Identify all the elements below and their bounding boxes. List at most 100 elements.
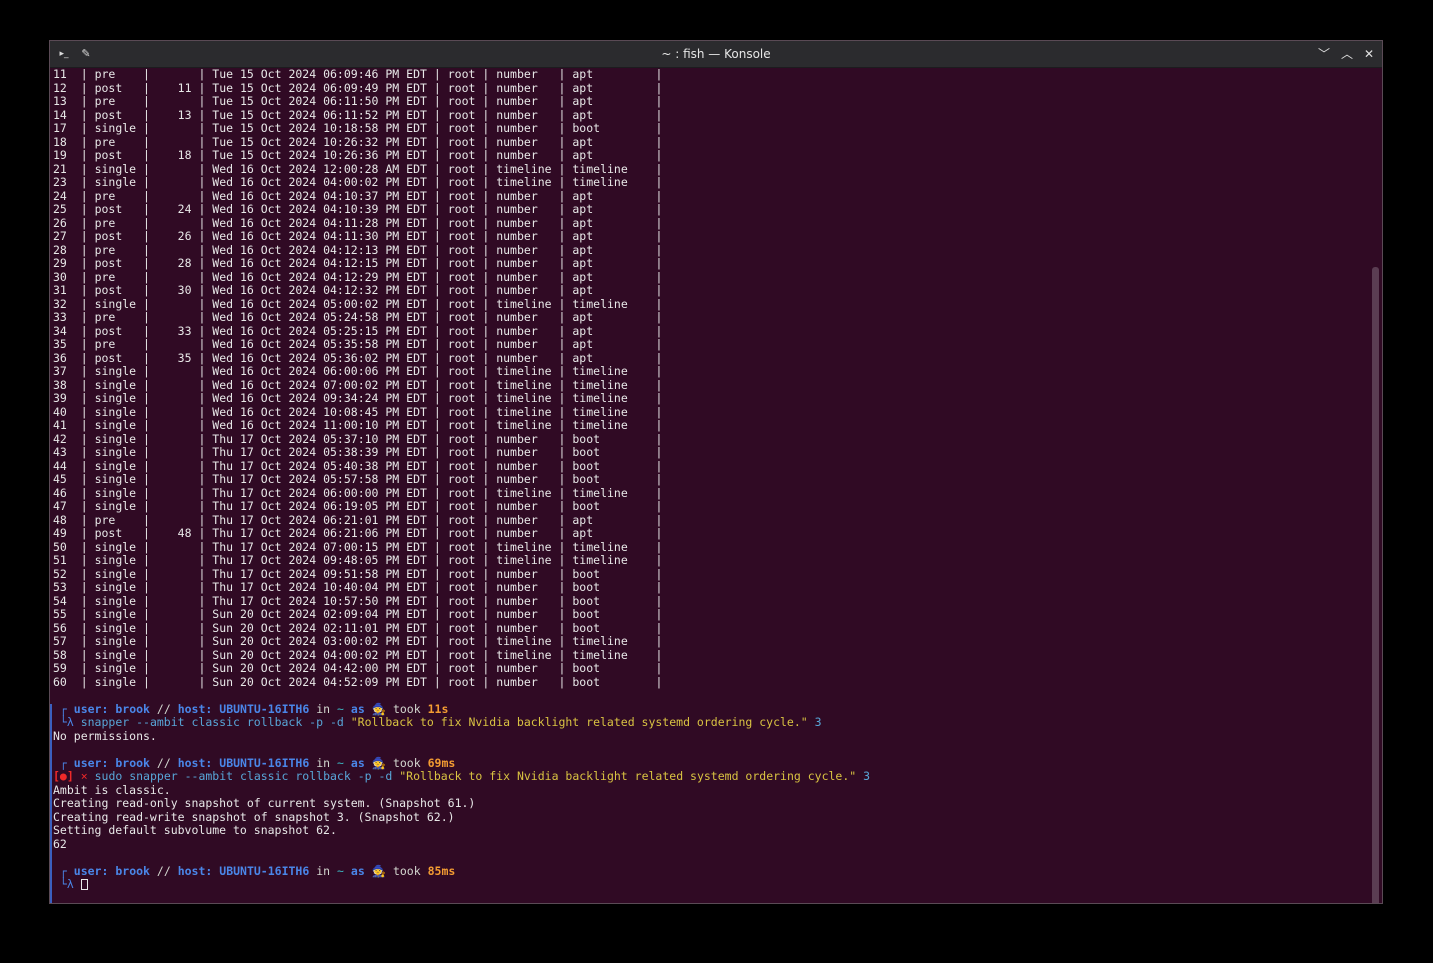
- snapshot-id: 44: [53, 458, 74, 473]
- snapshot-date: Tue 15 Oct 2024 06:11:52 PM EDT: [212, 107, 427, 122]
- snapshot-date: Thu 17 Oct 2024 09:51:58 PM EDT: [212, 566, 427, 581]
- prompt-header: ┌ user: brook // host: UBUNTU-16ITH6 in …: [53, 755, 1368, 771]
- snapshot-user: root: [447, 674, 476, 689]
- snapshot-description: timeline: [572, 391, 649, 405]
- prompt-separator: //: [156, 755, 171, 770]
- output-line: Setting default subvolume to snapshot 62…: [53, 823, 1368, 838]
- snapshot-user: root: [447, 553, 476, 567]
- snapshot-description: apt: [572, 283, 649, 297]
- snapshot-pre-number: [157, 540, 192, 554]
- snapshot-pre-number: [157, 499, 192, 513]
- text-cursor[interactable]: [80, 879, 88, 890]
- snapshot-cleanup: number: [496, 526, 552, 540]
- snapshot-type: single: [94, 377, 137, 392]
- snapshot-pre-number: [157, 68, 192, 81]
- snapshot-type: pre: [94, 512, 137, 527]
- prompt-user-label: user:: [73, 701, 109, 716]
- snapshot-pre-number: [157, 513, 192, 527]
- terminal-output[interactable]: 11 | pre | | Tue 15 Oct 2024 06:09:46 PM…: [53, 68, 1368, 903]
- snapshot-cleanup: number: [496, 283, 552, 297]
- snapshot-id: 52: [53, 566, 74, 581]
- snapshot-date: Tue 15 Oct 2024 10:26:32 PM EDT: [212, 134, 427, 149]
- command-snapshot-number: 3: [863, 769, 871, 783]
- snapshot-type: post: [94, 80, 137, 95]
- chevron-down-icon[interactable]: ﹀: [1313, 41, 1335, 67]
- snapshot-user: root: [447, 256, 476, 270]
- title-bar[interactable]: ▸_ ✎ ~ : fish — Konsole ﹀ ︿ ✕: [50, 41, 1382, 68]
- snapshot-type: single: [94, 391, 137, 405]
- snapshot-id: 38: [53, 377, 74, 392]
- snapshot-type: pre: [94, 188, 137, 203]
- snapshot-id: 12: [53, 80, 74, 95]
- snapshot-pre-number: [157, 621, 192, 635]
- prompt-user: brook: [115, 701, 150, 716]
- snapshot-pre-number: [157, 216, 192, 230]
- table-row: 21 | single | | Wed 16 Oct 2024 12:00:28…: [53, 161, 663, 176]
- snapshot-date: Thu 17 Oct 2024 10:57:50 PM EDT: [212, 593, 427, 608]
- snapshot-id: 26: [53, 215, 74, 230]
- snapshot-date: Thu 17 Oct 2024 05:40:38 PM EDT: [212, 458, 427, 473]
- snapshot-description: timeline: [572, 539, 649, 554]
- snapshot-description: boot: [572, 499, 649, 513]
- snapshot-id: 19: [53, 148, 74, 162]
- snapshot-date: Sun 20 Oct 2024 02:09:04 PM EDT: [212, 607, 427, 621]
- table-row: 55 | single | | Sun 20 Oct 2024 02:09:04…: [53, 607, 663, 621]
- snapshot-type: post: [94, 148, 137, 162]
- snapshot-description: timeline: [572, 296, 649, 311]
- snapshot-cleanup: number: [496, 580, 552, 594]
- close-icon[interactable]: ✕: [1358, 41, 1380, 67]
- snapshot-type: pre: [94, 337, 137, 351]
- snapshot-type: single: [94, 458, 137, 473]
- prompt-host-label: host:: [177, 863, 213, 878]
- output-text: No permissions.: [53, 728, 157, 743]
- snapshot-cleanup: timeline: [496, 539, 552, 554]
- snapshot-id: 50: [53, 539, 74, 554]
- snapshot-id: 58: [53, 647, 74, 662]
- prompt-host: UBUNTU-16ITH6: [219, 863, 310, 878]
- snapshot-type: post: [94, 202, 137, 216]
- snapshot-id: 31: [53, 283, 74, 297]
- snapshot-cleanup: number: [496, 607, 552, 621]
- snapshot-pre-number: 26: [156, 229, 192, 243]
- snapshot-id: 18: [53, 134, 74, 149]
- snapshot-date: Wed 16 Oct 2024 10:08:45 PM EDT: [212, 404, 427, 419]
- snapshot-cleanup: number: [496, 566, 552, 581]
- snapshot-pre-number: [157, 243, 192, 257]
- command-duration: 69ms: [427, 755, 456, 770]
- snapshot-id: 33: [53, 310, 74, 324]
- snapshot-id: 59: [53, 661, 74, 675]
- snapshot-date: Tue 15 Oct 2024 06:11:50 PM EDT: [212, 94, 427, 108]
- table-row: 23 | single | | Wed 16 Oct 2024 04:00:02…: [53, 175, 663, 189]
- prompt-host-label: host:: [177, 701, 213, 716]
- table-row: 28 | pre | | Wed 16 Oct 2024 04:12:13 PM…: [53, 242, 663, 257]
- snapshot-date: Thu 17 Oct 2024 06:21:01 PM EDT: [212, 512, 427, 527]
- snapshot-id: 37: [53, 364, 74, 378]
- snapshot-type: single: [94, 485, 137, 500]
- output-text: Creating read-write snapshot of snapshot…: [53, 809, 455, 824]
- snapshot-cleanup: number: [496, 121, 552, 135]
- snapshot-date: Wed 16 Oct 2024 04:00:02 PM EDT: [212, 175, 427, 189]
- table-row: 39 | single | | Wed 16 Oct 2024 09:34:24…: [53, 391, 663, 405]
- snapshot-description: timeline: [572, 485, 649, 500]
- snapshot-cleanup: number: [496, 269, 552, 284]
- chevron-up-icon[interactable]: ︿: [1336, 41, 1358, 67]
- snapshot-cleanup: number: [496, 674, 552, 689]
- snapshot-type: single: [94, 418, 137, 432]
- snapshot-date: Tue 15 Oct 2024 06:09:46 PM EDT: [212, 68, 427, 81]
- snapshot-date: Wed 16 Oct 2024 04:12:13 PM EDT: [212, 242, 427, 257]
- snapshot-date: Thu 17 Oct 2024 06:00:00 PM EDT: [212, 485, 427, 500]
- snapshot-user: root: [447, 539, 476, 554]
- snapshot-pre-number: [157, 594, 192, 608]
- snapshot-pre-number: [157, 472, 192, 486]
- snapshot-date: Thu 17 Oct 2024 07:00:15 PM EDT: [212, 539, 427, 554]
- snapshot-date: Thu 17 Oct 2024 05:37:10 PM EDT: [212, 431, 427, 446]
- snapshot-date: Wed 16 Oct 2024 04:10:39 PM EDT: [212, 202, 427, 216]
- snapshot-date: Wed 16 Oct 2024 05:00:02 PM EDT: [212, 296, 427, 311]
- snapshot-pre-number: [157, 94, 192, 108]
- table-row: 48 | pre | | Thu 17 Oct 2024 06:21:01 PM…: [53, 512, 663, 527]
- scrollbar[interactable]: [1372, 267, 1379, 903]
- snapshot-pre-number: 13: [156, 107, 192, 122]
- snapshot-user: root: [447, 647, 476, 662]
- snapshot-id: 60: [53, 674, 74, 689]
- snapshot-id: 48: [53, 512, 74, 527]
